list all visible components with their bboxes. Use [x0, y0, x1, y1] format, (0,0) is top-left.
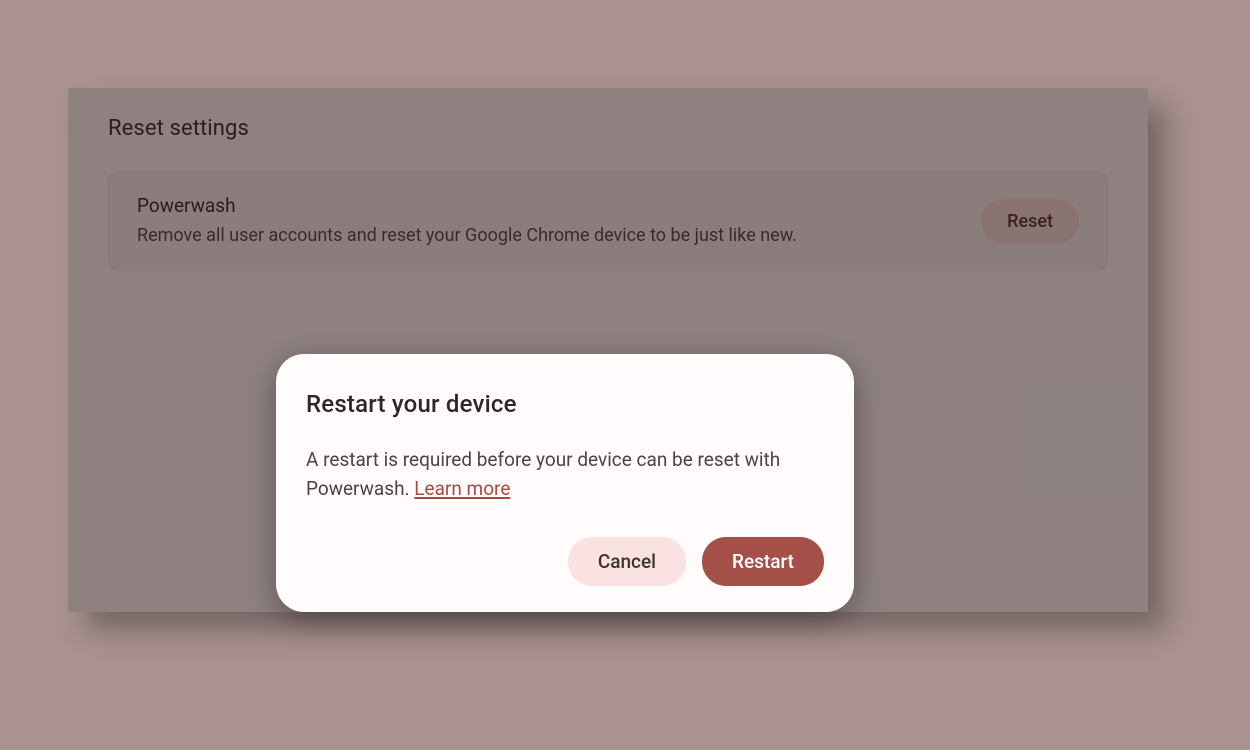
dialog-actions: Cancel Restart [306, 537, 824, 586]
dialog-body-text: A restart is required before your device… [306, 448, 780, 500]
cancel-button[interactable]: Cancel [568, 537, 686, 586]
dialog-title: Restart your device [306, 390, 824, 418]
restart-dialog: Restart your device A restart is require… [276, 354, 854, 612]
learn-more-link[interactable]: Learn more [414, 477, 510, 500]
dialog-body: A restart is required before your device… [306, 446, 824, 503]
restart-button[interactable]: Restart [702, 537, 824, 586]
